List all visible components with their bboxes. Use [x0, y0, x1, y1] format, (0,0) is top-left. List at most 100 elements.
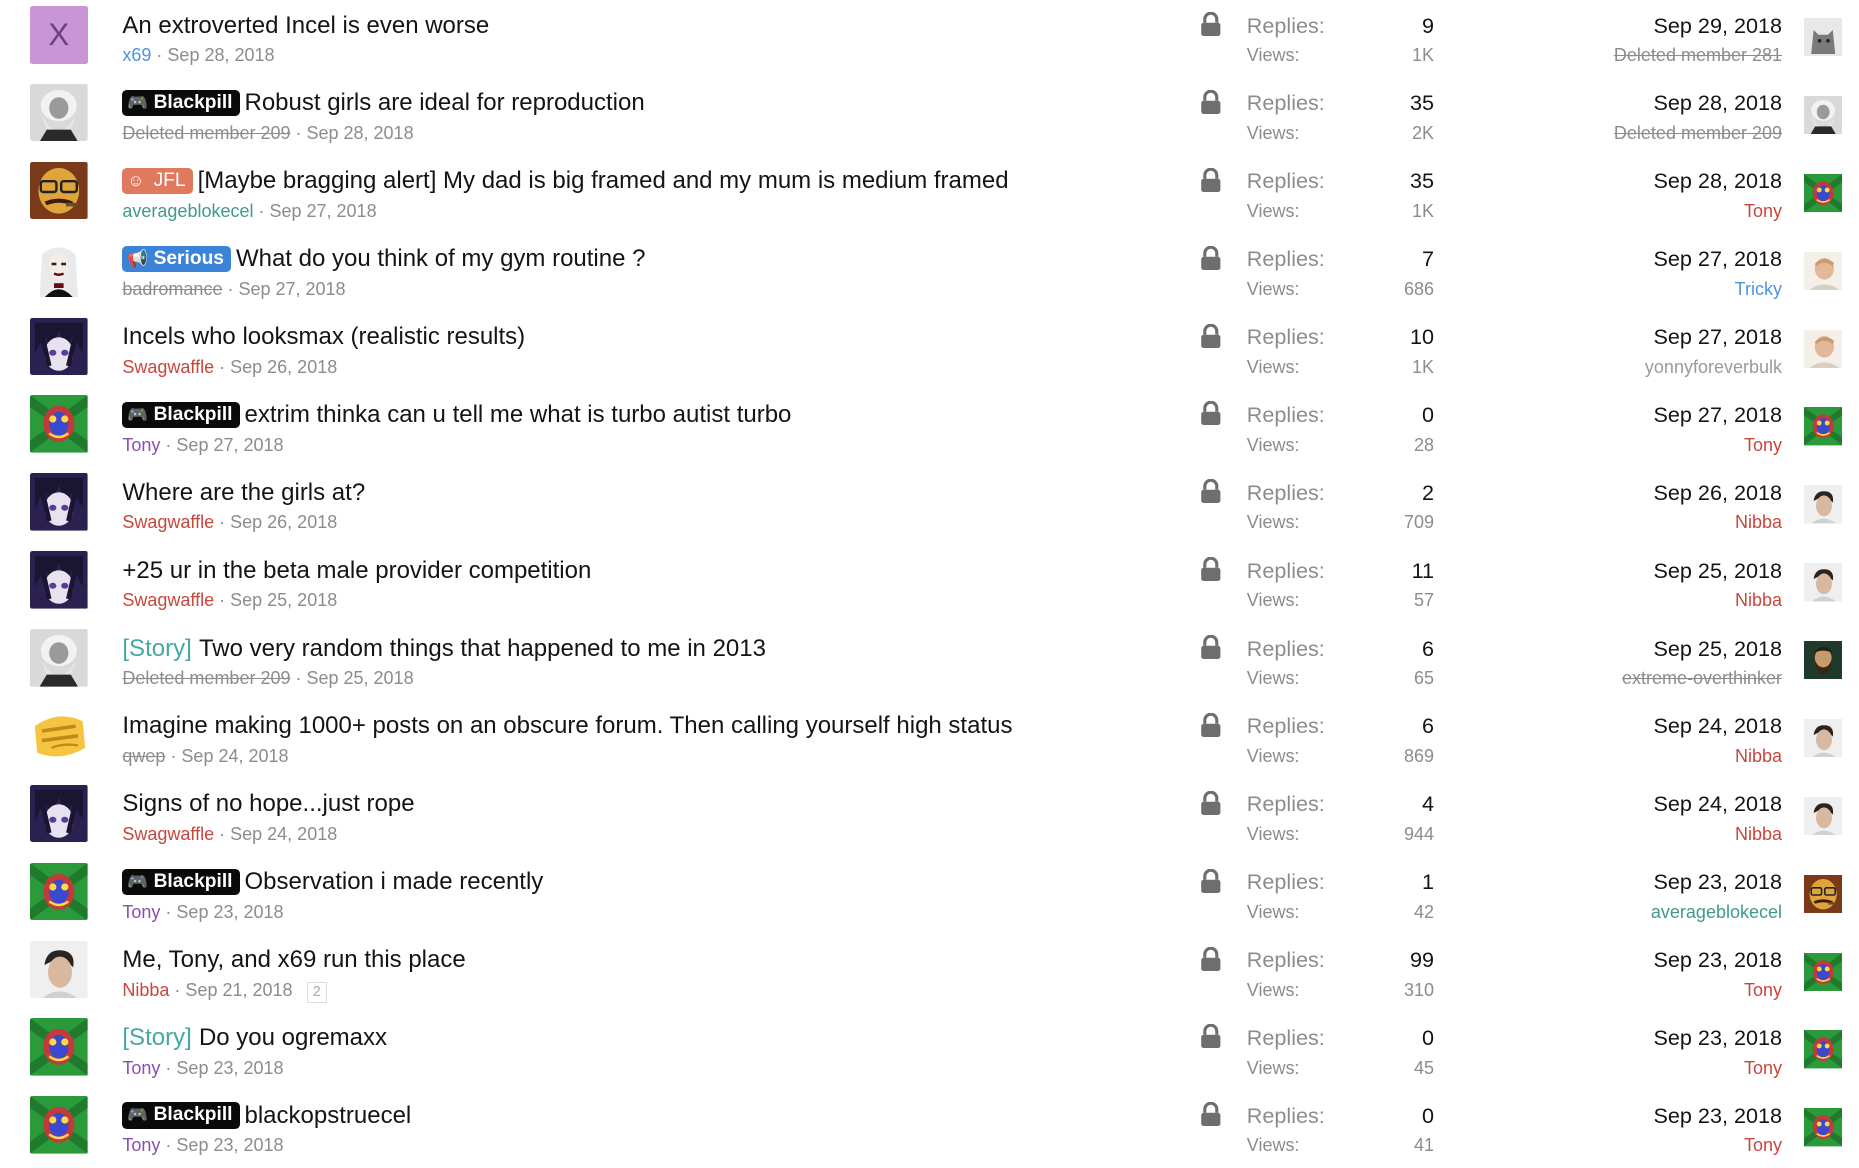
page-link[interactable]: 2 — [306, 981, 327, 1003]
last-post-date[interactable]: Sep 25, 2018 — [1548, 555, 1782, 586]
last-post-date[interactable]: Sep 23, 2018 — [1548, 1022, 1782, 1053]
thread-title-link[interactable]: What do you think of my gym routine ? — [236, 245, 646, 272]
last-poster-link[interactable]: Nibba — [1735, 512, 1782, 532]
author-link[interactable]: Swagwaffle — [122, 824, 214, 844]
last-poster-avatar[interactable] — [1803, 641, 1842, 680]
last-poster-link[interactable]: Tony — [1744, 1058, 1782, 1078]
prefix-badge-blackpill[interactable]: 🎮 Blackpill — [122, 90, 240, 117]
last-poster-avatar[interactable] — [1803, 251, 1842, 291]
thread-row[interactable]: [Story] Two very random things that happe… — [0, 623, 1859, 701]
last-post-date[interactable]: Sep 27, 2018 — [1548, 321, 1782, 352]
last-poster-avatar[interactable] — [1803, 718, 1842, 758]
thread-title-link[interactable]: Incels who looksmax (realistic results) — [122, 323, 525, 350]
thread-row[interactable]: ☺ JFL [Maybe bragging alert] My dad is big… — [0, 156, 1859, 234]
last-post-date[interactable]: Sep 23, 2018 — [1548, 1100, 1782, 1131]
author-avatar[interactable] — [30, 940, 88, 999]
start-date[interactable]: Sep 27, 2018 — [269, 201, 376, 221]
last-poster-avatar[interactable] — [1803, 874, 1842, 914]
author-link[interactable]: Swagwaffle — [122, 590, 214, 610]
last-post-date[interactable]: Sep 24, 2018 — [1548, 788, 1782, 819]
thread-row[interactable]: Imagine making 1000+ posts on an obscure… — [0, 701, 1859, 779]
author-avatar[interactable] — [30, 83, 88, 142]
thread-title-link[interactable]: extrim thinka can u tell me what is turb… — [244, 401, 791, 428]
last-poster-link[interactable]: Tony — [1744, 435, 1782, 455]
last-poster-link[interactable]: yonnyforeverbulk — [1645, 357, 1782, 377]
author-link[interactable]: Tony — [122, 1135, 160, 1155]
author-avatar[interactable] — [30, 239, 88, 298]
author-link[interactable]: Tony — [122, 1058, 160, 1078]
thread-row[interactable]: 🎮 Blackpill Observation i made recently Ton… — [0, 857, 1859, 935]
author-avatar[interactable] — [30, 784, 88, 843]
last-poster-avatar[interactable] — [1803, 796, 1842, 836]
prefix-badge-serious[interactable]: 📢 Serious — [122, 245, 232, 273]
start-date[interactable]: Sep 26, 2018 — [230, 512, 337, 532]
last-poster-avatar[interactable] — [1803, 1030, 1842, 1069]
last-poster-link[interactable]: extreme-overthinker — [1622, 668, 1782, 688]
thread-row[interactable]: +25 ur in the beta male provider competi… — [0, 545, 1859, 623]
thread-title-link[interactable]: Observation i made recently — [244, 868, 543, 895]
start-date[interactable]: Sep 21, 2018 — [185, 980, 292, 1000]
author-link[interactable]: Deleted member 209 — [122, 668, 290, 688]
last-poster-link[interactable]: Nibba — [1735, 590, 1782, 610]
last-poster-link[interactable]: Deleted member 209 — [1614, 123, 1782, 143]
author-avatar[interactable] — [30, 862, 88, 921]
thread-title-link[interactable]: Robust girls are ideal for reproduction — [244, 89, 644, 116]
author-link[interactable]: Swagwaffle — [122, 512, 214, 532]
author-link[interactable]: Deleted member 209 — [122, 123, 290, 143]
start-date[interactable]: Sep 26, 2018 — [230, 357, 337, 377]
author-avatar[interactable] — [30, 1096, 88, 1154]
author-avatar[interactable] — [30, 395, 88, 453]
thread-title-link[interactable]: Imagine making 1000+ posts on an obscure… — [122, 712, 1012, 739]
last-poster-link[interactable]: Nibba — [1735, 746, 1782, 766]
thread-row[interactable]: Incels who looksmax (realistic results) S… — [0, 312, 1859, 390]
start-date[interactable]: Sep 23, 2018 — [176, 1058, 283, 1078]
start-date[interactable]: Sep 28, 2018 — [167, 45, 274, 65]
author-avatar[interactable] — [30, 161, 88, 220]
author-avatar[interactable] — [30, 551, 88, 609]
thread-row[interactable]: Signs of no hope...just rope Swagwaffle ·… — [0, 779, 1859, 857]
last-poster-avatar[interactable] — [1803, 563, 1842, 602]
start-date[interactable]: Sep 28, 2018 — [306, 123, 413, 143]
last-post-date[interactable]: Sep 23, 2018 — [1548, 944, 1782, 975]
start-date[interactable]: Sep 25, 2018 — [230, 590, 337, 610]
last-poster-link[interactable]: Tony — [1744, 201, 1782, 221]
story-prefix[interactable]: [Story] — [122, 1024, 191, 1051]
thread-title-link[interactable]: blackopstruecel — [244, 1102, 411, 1129]
last-poster-avatar[interactable] — [1803, 407, 1842, 446]
thread-row[interactable]: X An extroverted Incel is even worse x69 ·… — [0, 0, 1859, 78]
author-avatar[interactable] — [30, 1018, 88, 1076]
thread-title-link[interactable]: Me, Tony, and x69 run this place — [122, 946, 465, 973]
author-avatar[interactable]: X — [30, 6, 88, 64]
thread-title-link[interactable]: [Maybe bragging alert] My dad is big fra… — [198, 167, 1009, 194]
thread-row[interactable]: 📢 Serious What do you think of my gym rout… — [0, 234, 1859, 312]
prefix-badge-blackpill[interactable]: 🎮 Blackpill — [122, 401, 240, 428]
prefix-badge-blackpill[interactable]: 🎮 Blackpill — [122, 1102, 240, 1129]
thread-row[interactable]: 🎮 Blackpill extrim thinka can u tell me wh… — [0, 389, 1859, 467]
prefix-badge-blackpill[interactable]: 🎮 Blackpill — [122, 868, 240, 896]
last-poster-avatar[interactable] — [1803, 95, 1842, 135]
last-post-date[interactable]: Sep 24, 2018 — [1548, 710, 1782, 741]
last-poster-link[interactable]: Nibba — [1735, 824, 1782, 844]
story-prefix[interactable]: [Story] — [122, 635, 191, 662]
author-avatar[interactable] — [30, 473, 88, 531]
author-link[interactable]: averageblokecel — [122, 201, 253, 221]
thread-title-link[interactable]: +25 ur in the beta male provider competi… — [122, 557, 591, 584]
last-post-date[interactable]: Sep 29, 2018 — [1548, 10, 1782, 41]
last-poster-link[interactable]: averageblokecel — [1651, 902, 1782, 922]
author-link[interactable]: Nibba — [122, 980, 169, 1000]
thread-row[interactable]: 🎮 Blackpill Robust girls are ideal for rep… — [0, 78, 1859, 156]
author-avatar[interactable] — [30, 629, 88, 687]
start-date[interactable]: Sep 23, 2018 — [176, 902, 283, 922]
author-link[interactable]: Tony — [122, 902, 160, 922]
last-poster-link[interactable]: Tony — [1744, 1135, 1782, 1155]
last-poster-avatar[interactable] — [1803, 1108, 1842, 1147]
thread-row[interactable]: Where are the girls at? Swagwaffle · Sep … — [0, 467, 1859, 545]
thread-title-link[interactable]: Two very random things that happened to … — [199, 635, 766, 662]
thread-row[interactable]: Me, Tony, and x69 run this place Nibba · … — [0, 935, 1859, 1013]
author-link[interactable]: qwep — [122, 746, 165, 766]
author-avatar[interactable] — [30, 706, 88, 765]
thread-title-link[interactable]: An extroverted Incel is even worse — [122, 12, 489, 39]
thread-row[interactable]: [Story] Do you ogremaxx Tony · Sep 23, 201… — [0, 1012, 1859, 1090]
last-post-date[interactable]: Sep 28, 2018 — [1548, 87, 1782, 118]
start-date[interactable]: Sep 24, 2018 — [181, 746, 288, 766]
